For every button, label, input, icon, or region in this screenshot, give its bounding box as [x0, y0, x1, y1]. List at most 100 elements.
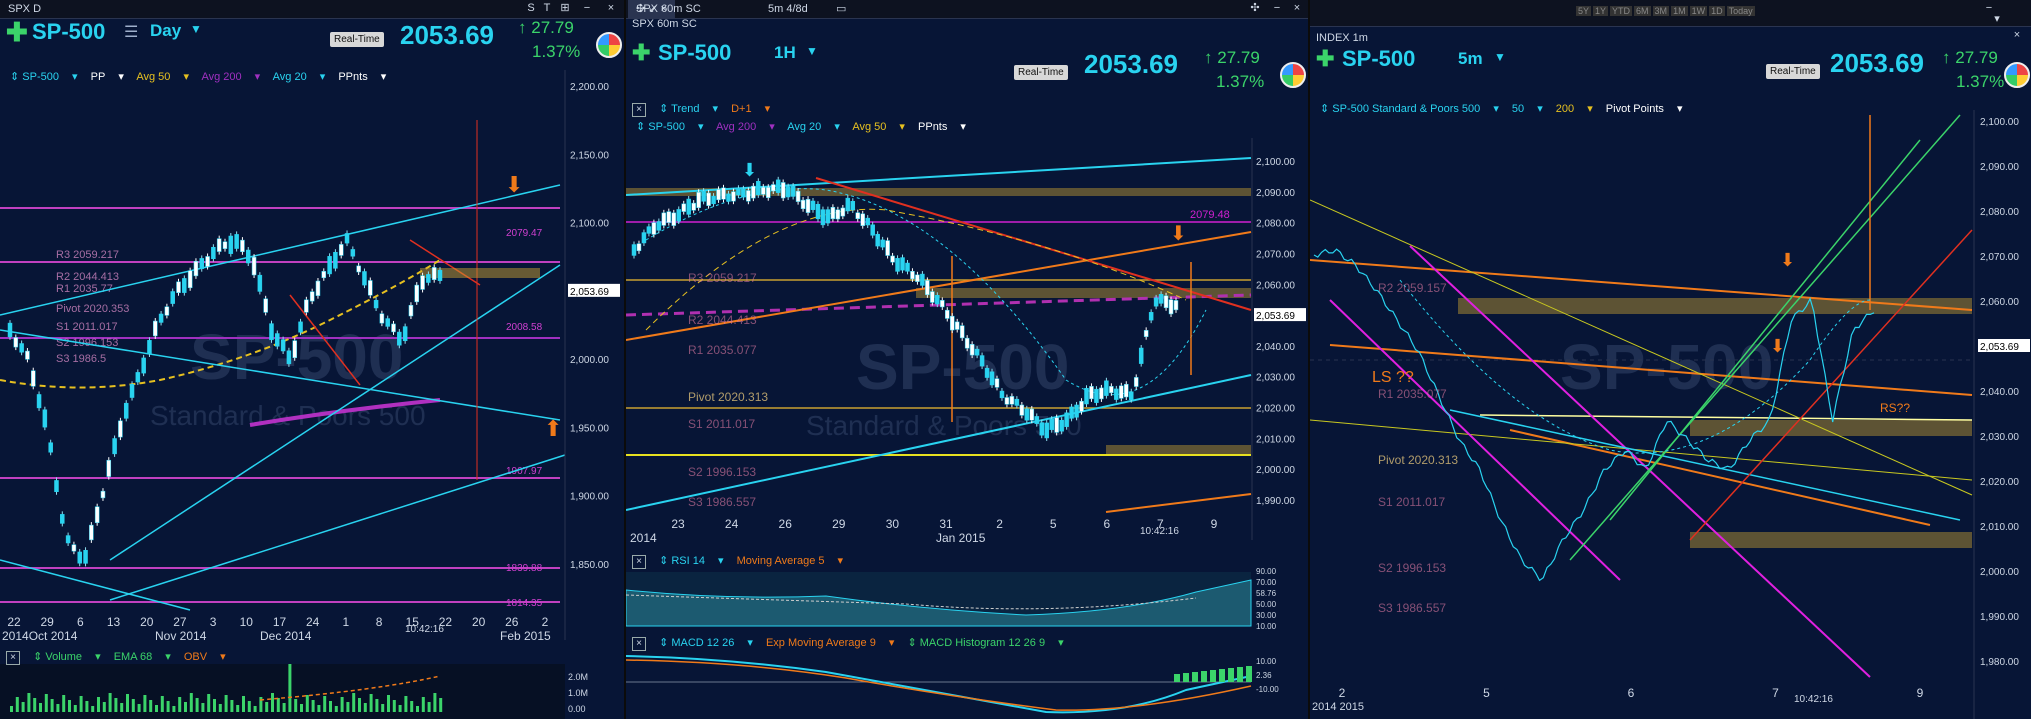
right-y-tick-label: 2,100.00	[1980, 117, 2019, 128]
left-obv-label[interactable]: OBV ▾	[184, 651, 226, 663]
left-volume-bar	[56, 704, 60, 712]
middle-candle-body	[780, 182, 786, 199]
left-volume-bar	[358, 698, 361, 712]
left-candle-body	[251, 256, 257, 276]
left-volume-bar	[305, 695, 309, 712]
middle-rsi-label[interactable]: ⇕ RSI 14 ▾	[659, 555, 724, 567]
middle-candle-body	[840, 207, 846, 217]
left-volume-bar	[410, 701, 414, 712]
middle-x-tick-label: 5	[1050, 517, 1057, 531]
left-candle-body	[158, 313, 164, 323]
left-volume-tick: 1.0M	[568, 688, 588, 698]
left-volume-bar	[79, 696, 83, 712]
left-time-label: 10:42:16	[405, 624, 444, 635]
middle-rsi-tick: 50.00	[1256, 600, 1277, 609]
right-y-tick-label: 1,980.00	[1980, 657, 2019, 668]
right-x-tick-label: 2	[1339, 686, 1346, 700]
left-level-label: 2008.58	[506, 322, 543, 333]
middle-candle-body	[949, 315, 955, 331]
middle-macd-hist-bar	[1228, 668, 1234, 682]
right-y-tick-label: 2,010.00	[1980, 522, 2019, 533]
left-ema-label[interactable]: EMA 68 ▾	[114, 651, 171, 663]
middle-y-tick-label: 1,990.00	[1256, 496, 1295, 507]
middle-rsi-tick: 58.76	[1256, 589, 1277, 598]
middle-macd-close-icon[interactable]: ×	[632, 637, 646, 651]
left-candle-body	[408, 304, 414, 317]
middle-pivot-label: S3 1986.557	[688, 495, 756, 509]
left-candle-body	[65, 535, 71, 544]
left-candle-body	[123, 402, 129, 419]
middle-zone-mid	[916, 288, 1251, 298]
middle-macd-ema-label[interactable]: Exp Moving Average 9 ▾	[766, 637, 894, 649]
right-price-chart: LS ?? RS?? ⬇ ⬇ R2 2059.157 R1 2035.077 Pivot 2…	[1310, 110, 2030, 719]
middle-macd-hist-label[interactable]: ⇕ MACD Histogram 12 26 9 ▾	[907, 637, 1063, 649]
left-candle-body	[193, 261, 199, 277]
middle-candle-body	[1034, 416, 1040, 424]
left-candle-body	[182, 278, 187, 293]
middle-candle-body	[741, 188, 746, 198]
left-red-line-2	[289, 294, 361, 386]
middle-macd-hist-bar	[1192, 672, 1198, 682]
left-candle-body	[147, 340, 152, 355]
middle-macd-bar: × ⇕ MACD 12 26 ▾ Exp Moving Average 9 ▾ …	[632, 636, 1308, 652]
left-x-tick-label: 20	[140, 615, 154, 629]
left-y-tick-label: 1,950.00	[570, 423, 609, 434]
middle-candle-body	[1114, 388, 1119, 400]
middle-candle-body	[1094, 388, 1099, 403]
middle-candle-body	[1029, 408, 1035, 421]
middle-candle-body	[974, 348, 980, 356]
left-candle-body	[362, 271, 367, 286]
right-pivot-label: Pivot 2020.313	[1378, 453, 1458, 467]
left-candle-body	[19, 343, 24, 353]
left-volume-bar	[218, 704, 222, 712]
middle-candle-body	[850, 201, 856, 211]
left-volume-bar	[10, 706, 13, 712]
right-annotation-rs: RS??	[1880, 401, 1910, 415]
right-y-tick-label: 2,090.00	[1980, 162, 2019, 173]
middle-candle-body	[1064, 412, 1069, 427]
left-y-tick-label: 1,900.00	[570, 492, 609, 503]
middle-y-tick-label: 2,060.00	[1256, 280, 1295, 291]
right-trend-green-2	[1609, 139, 1921, 521]
middle-candle-body	[1148, 312, 1154, 321]
left-candle-body	[275, 333, 280, 347]
middle-chart-panel: SPX 60m SC ✣ ↙ × 5m 4/8d ▭ ✣ − × SPX 60m…	[626, 0, 1310, 719]
middle-candle-body	[731, 191, 736, 202]
middle-rsi-ma-label[interactable]: Moving Average 5 ▾	[737, 555, 843, 567]
left-volume-bar	[97, 697, 100, 712]
middle-candle-body	[646, 226, 652, 234]
middle-candle-body	[865, 217, 870, 226]
middle-rsi-close-icon[interactable]: ×	[632, 555, 646, 569]
left-volume-bar	[15, 697, 19, 712]
middle-candle-body	[1004, 397, 1010, 405]
left-candle-body	[211, 246, 216, 260]
middle-candle-body	[790, 185, 796, 197]
middle-candle-body	[815, 203, 821, 220]
left-volume-close-icon[interactable]: ×	[6, 651, 20, 665]
middle-macd-hist-bar	[1210, 670, 1216, 682]
left-volume-bar	[137, 704, 141, 712]
left-candle-body	[426, 274, 431, 283]
left-candle-body	[94, 506, 100, 524]
left-candle-body	[106, 459, 112, 477]
middle-marker-arrow-icon: ⬇	[742, 160, 757, 181]
right-zone-mid	[1690, 420, 1972, 436]
left-x-tick-label: 17	[273, 615, 287, 629]
middle-candle-body	[880, 239, 885, 248]
left-x-tick-label: 24	[306, 615, 320, 629]
left-candle-body	[7, 322, 13, 338]
left-volume-bar	[346, 702, 350, 712]
middle-candle-body	[1168, 299, 1174, 315]
middle-candle-body	[691, 202, 696, 211]
middle-x-tick-label: 23	[671, 517, 685, 531]
left-x-tick-label: 3	[210, 615, 217, 629]
left-volume-bar	[416, 706, 419, 712]
middle-candle-body	[1049, 418, 1054, 430]
right-y-tick-label: 2,030.00	[1980, 432, 2019, 443]
left-volume-bar	[33, 698, 37, 712]
left-pivot-label: S3 1986.5	[56, 353, 106, 365]
left-vol-label[interactable]: ⇕ Volume ▾	[33, 651, 101, 663]
right-chart-panel: 5Y 1Y YTD 6M 3M 1M 1W 1D Today − ▾ INDEX 1m × ✚ …	[1310, 0, 2031, 719]
middle-macd-label[interactable]: ⇕ MACD 12 26 ▾	[659, 637, 753, 649]
left-candle-body	[327, 256, 332, 275]
